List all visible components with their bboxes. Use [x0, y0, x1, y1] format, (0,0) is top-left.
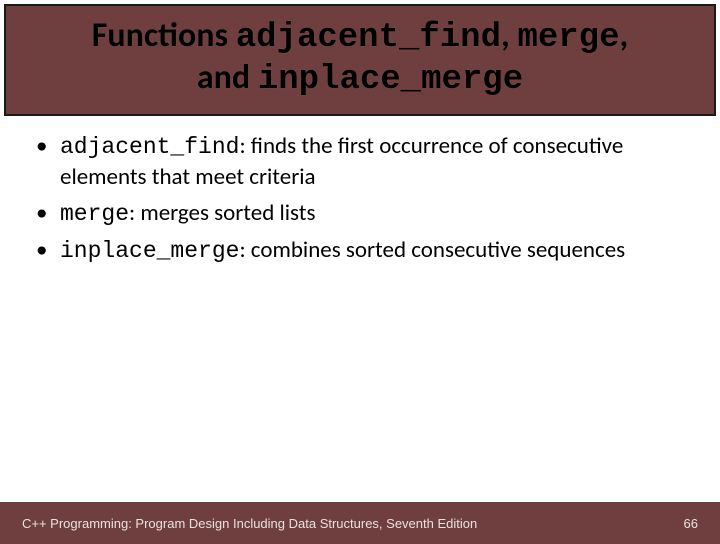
list-item: inplace_merge: combines sorted consecuti… [30, 236, 690, 267]
bullet-code: adjacent_find [60, 134, 239, 160]
title-code-3: inplace_merge [258, 61, 523, 99]
bullet-text: : merges sorted lists [129, 199, 315, 227]
title-code-1: adjacent_find [236, 19, 501, 57]
slide-footer: C++ Programming: Program Design Includin… [0, 502, 720, 544]
bullet-list: adjacent_find: finds the first occurrenc… [30, 132, 690, 267]
title-sep-2: , [619, 15, 628, 56]
title-code-2: merge [517, 19, 619, 57]
title-sep-1: , [501, 15, 517, 56]
list-item: adjacent_find: finds the first occurrenc… [30, 132, 690, 193]
slide-title: Functions adjacent_find, merge, and inpl… [26, 16, 694, 100]
slide-body: adjacent_find: finds the first occurrenc… [0, 116, 720, 267]
title-prefix: Functions [92, 15, 236, 56]
slide-title-bar: Functions adjacent_find, merge, and inpl… [4, 4, 716, 116]
bullet-code: merge [60, 201, 129, 227]
bullet-code: inplace_merge [60, 238, 239, 264]
page-number: 66 [684, 516, 698, 531]
footer-text: C++ Programming: Program Design Includin… [22, 516, 477, 531]
bullet-text: : combines sorted consecutive sequences [239, 236, 625, 264]
list-item: merge: merges sorted lists [30, 199, 690, 230]
title-line2-prefix: and [197, 57, 258, 98]
